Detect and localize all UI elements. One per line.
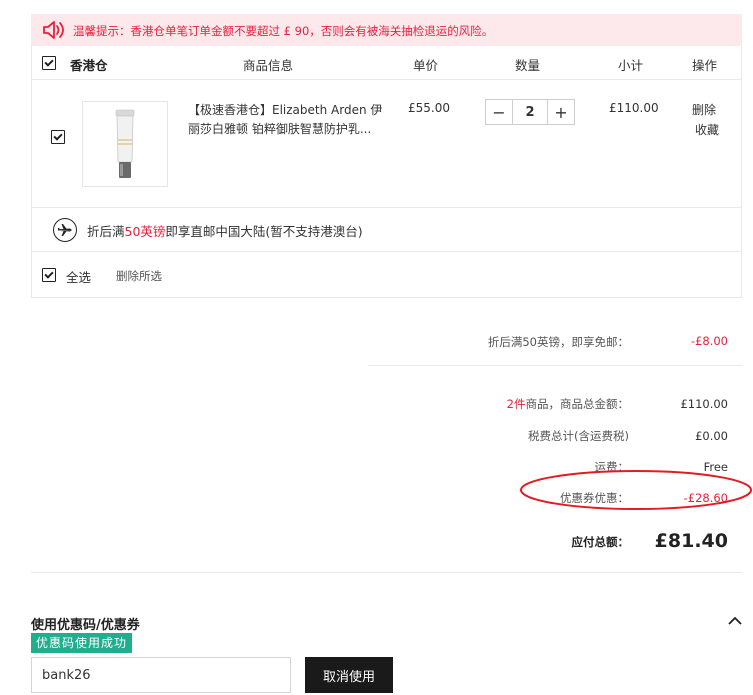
shipping-promo-row: 折后满50英镑即享直邮中国大陆(暂不支持港澳台) xyxy=(31,208,742,252)
favorite-link[interactable]: 收藏 xyxy=(695,121,719,138)
item-checkbox[interactable] xyxy=(51,130,65,144)
chevron-up-icon[interactable] xyxy=(728,615,742,629)
unit-price: £55.00 xyxy=(408,101,450,115)
item-subtotal: £110.00 xyxy=(609,101,659,115)
increase-button[interactable]: + xyxy=(548,100,574,124)
total-label: 2件商品，商品总金额： xyxy=(507,396,629,412)
free-shipping-label: 折后满50英镑，即享免邮： xyxy=(487,335,629,349)
shipping-promo-text: 折后满50英镑即享直邮中国大陆(暂不支持港澳台) xyxy=(87,221,363,240)
select-all-row: 全选 删除所选 xyxy=(31,252,742,298)
payable-total: £81.40 xyxy=(654,530,728,552)
highlight-ellipse xyxy=(520,470,752,510)
tax-label: 税费总计(含运费税) xyxy=(528,429,629,443)
quantity-stepper: − 2 + xyxy=(485,99,575,125)
airplane-icon xyxy=(53,218,77,242)
product-image[interactable] xyxy=(82,101,168,187)
warehouse-checkbox[interactable] xyxy=(42,56,56,70)
select-all-checkbox[interactable] xyxy=(42,268,56,282)
cancel-coupon-button[interactable]: 取消使用 xyxy=(305,657,393,693)
delete-link[interactable]: 删除 xyxy=(692,101,716,118)
item-count: 2件 xyxy=(506,397,526,411)
summary-divider xyxy=(368,365,742,366)
product-name[interactable]: 【极速香港仓】Elizabeth Arden 伊丽莎白雅顿 铂粹御肤智慧防护乳.… xyxy=(188,101,384,139)
cart-item-row: 【极速香港仓】Elizabeth Arden 伊丽莎白雅顿 铂粹御肤智慧防护乳.… xyxy=(31,80,742,208)
tax-value: £0.00 xyxy=(695,429,728,443)
warning-banner: 温馨提示：香港仓单笔订单金额不要超过 £ 90，否则会有被海关抽检退运的风险。 xyxy=(31,14,742,46)
col-price: 单价 xyxy=(413,58,439,73)
warehouse-name: 香港仓 xyxy=(70,58,108,73)
col-subtotal: 小计 xyxy=(618,58,644,73)
shipping-suffix: 即享直邮中国大陆(暂不支持港澳台) xyxy=(165,224,363,239)
summary-bottom-divider xyxy=(31,572,742,573)
coupon-title: 使用优惠码/优惠券 xyxy=(31,618,140,633)
col-qty: 数量 xyxy=(515,58,541,73)
select-all-label[interactable]: 全选 xyxy=(66,267,91,286)
shipping-threshold: 50英镑 xyxy=(124,224,166,239)
total-label-text: 商品，商品总金额： xyxy=(525,397,630,411)
decrease-button[interactable]: − xyxy=(486,100,512,124)
coupon-success-badge: 优惠码使用成功 xyxy=(31,633,133,653)
total-value: £110.00 xyxy=(680,397,728,411)
col-info: 商品信息 xyxy=(243,58,294,73)
speaker-icon xyxy=(41,19,65,44)
payable-label: 应付总额： xyxy=(571,535,630,549)
coupon-code-input[interactable] xyxy=(31,657,291,693)
shipping-prefix: 折后满 xyxy=(87,224,125,239)
free-shipping-value: -£8.00 xyxy=(690,334,728,348)
col-action: 操作 xyxy=(692,58,718,73)
cart-header: 香港仓 商品信息 单价 数量 小计 操作 xyxy=(31,46,742,80)
quantity-value[interactable]: 2 xyxy=(512,100,548,124)
warning-text: 温馨提示：香港仓单笔订单金额不要超过 £ 90，否则会有被海关抽检退运的风险。 xyxy=(73,24,494,38)
delete-selected-link[interactable]: 删除所选 xyxy=(116,268,162,284)
